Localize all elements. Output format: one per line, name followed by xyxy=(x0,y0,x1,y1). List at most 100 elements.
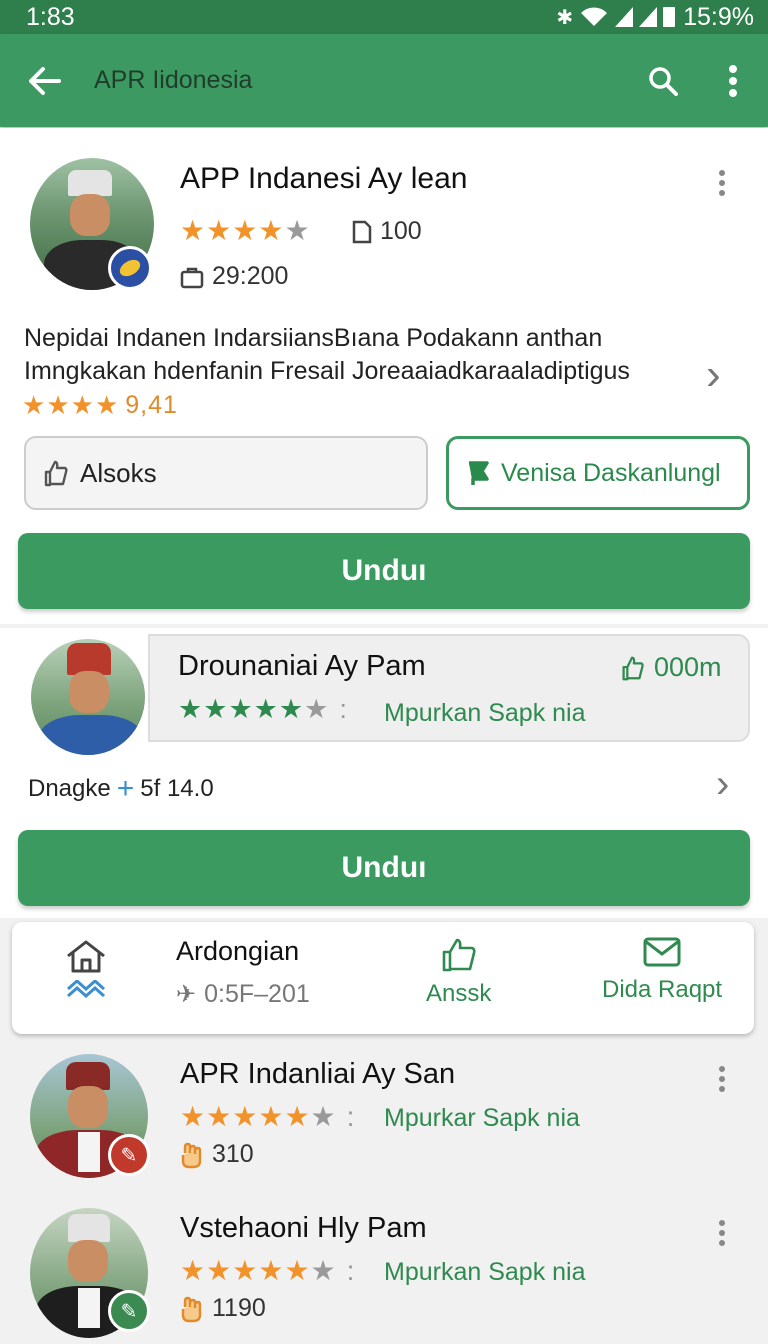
second-chevron-right-icon[interactable]: › xyxy=(716,762,729,807)
dida-raqpt-button[interactable]: Dida Raqpt xyxy=(602,936,722,1004)
list-item-rating: ★ ★ ★ ★ ★ ★ : xyxy=(180,1254,355,1287)
status-bar: 1:83 ✱ 15:9% xyxy=(0,0,768,34)
star-icon: ★ xyxy=(203,694,229,724)
download-label: Unduı xyxy=(341,554,427,587)
list-item-count: 1190 xyxy=(180,1294,266,1323)
badge-icon: ✎ xyxy=(108,1290,150,1332)
venisa-button[interactable]: Venisa Daskanlungl xyxy=(446,436,750,510)
featured-chevron-right-icon[interactable]: › xyxy=(706,350,721,400)
quick-action-bar: Ardongian ✈ 0:5F–201 Anssk Dida Raqpt xyxy=(12,922,754,1034)
star-icon: ★ xyxy=(284,1255,311,1286)
home-button[interactable] xyxy=(64,938,108,998)
star-icon: ★ xyxy=(232,1101,259,1132)
app-bar: APR Iidonesia xyxy=(0,34,768,127)
star-icon: ★ xyxy=(180,1255,207,1286)
second-footer-value: 5f 14.0 xyxy=(140,775,214,802)
second-name[interactable]: Drounaniai Ay Pam xyxy=(178,650,426,683)
mail-icon xyxy=(643,937,681,967)
second-distance: 000m xyxy=(618,652,722,683)
badge-icon: ✎ xyxy=(108,1134,150,1176)
flag-icon xyxy=(469,461,489,485)
star-icon: ★ xyxy=(22,390,47,420)
featured-description: Nepidai Indanen IndarsiiansBıana Podakan… xyxy=(24,324,630,385)
featured-card: APP Indanesi Ay lean ★ ★ ★ ★ ★ 100 29:20… xyxy=(0,128,768,624)
download-label-2: Unduı xyxy=(341,851,427,884)
list-item-count-value: 1190 xyxy=(212,1294,266,1322)
star-empty-icon: ★ xyxy=(284,215,311,246)
star-empty-icon: ★ xyxy=(310,1101,337,1132)
star-icon: ★ xyxy=(94,390,120,420)
star-icon: ★ xyxy=(178,694,204,724)
battery-icon xyxy=(663,7,676,27)
signal-icon-2 xyxy=(639,7,658,27)
back-button[interactable] xyxy=(0,34,88,127)
bag-icon xyxy=(180,267,204,288)
list-item-more-icon[interactable] xyxy=(712,1066,732,1092)
back-arrow-icon xyxy=(29,66,61,95)
search-icon xyxy=(649,66,678,96)
second-tag: Mpurkan Sapk nia xyxy=(384,699,586,728)
featured-small-rating-value: 9,41 xyxy=(125,391,178,419)
status-right: ✱ 15:9% xyxy=(556,3,754,32)
star-icon: ★ xyxy=(206,1101,233,1132)
star-icon: ★ xyxy=(253,694,279,724)
venisa-label: Venisa Daskanlungl xyxy=(501,458,721,487)
more-button[interactable] xyxy=(698,34,768,127)
thumbs-up-icon xyxy=(442,938,476,972)
list-item-tag: Mpurkar Sapk nia xyxy=(384,1104,580,1133)
star-icon: ★ xyxy=(284,1101,311,1132)
star-icon: ★ xyxy=(46,390,71,420)
star-icon: ★ xyxy=(180,1101,207,1132)
featured-time: 29:200 xyxy=(180,262,288,291)
anssk-button[interactable]: Anssk xyxy=(426,936,491,1008)
separator: : xyxy=(346,1100,356,1132)
document-icon xyxy=(352,220,372,243)
download-button[interactable]: Unduı xyxy=(18,533,750,609)
second-footer-label: Dnagke xyxy=(28,775,111,802)
plus-icon: + xyxy=(116,772,135,805)
featured-count: 100 xyxy=(352,217,422,246)
more-vert-icon xyxy=(729,64,737,97)
verified-badge-icon xyxy=(108,246,152,290)
list-item-tag-label: Mpurkar Sapk nia xyxy=(384,1104,580,1132)
status-time: 1:83 xyxy=(26,2,75,31)
featured-count-value: 100 xyxy=(380,217,422,245)
star-icon: ★ xyxy=(258,215,285,246)
chevrons-up-icon xyxy=(67,980,105,998)
star-icon: ★ xyxy=(180,215,207,246)
bluetooth-icon: ✱ xyxy=(556,6,574,29)
list-item[interactable]: ✎ Vstehaoni Hly Pam ★ ★ ★ ★ ★ ★ : Mpurka… xyxy=(0,1200,768,1344)
second-rating: ★ ★ ★ ★ ★ ★ : xyxy=(178,694,348,725)
alsoks-button[interactable]: Alsoks xyxy=(24,436,428,510)
star-icon: ★ xyxy=(232,215,259,246)
star-icon: ★ xyxy=(206,1255,233,1286)
alsoks-label: Alsoks xyxy=(80,457,157,488)
battery-text: 15:9% xyxy=(683,2,754,31)
download-button-2[interactable]: Unduı xyxy=(18,830,750,906)
featured-small-rating: ★ ★ ★ ★ 9,41 xyxy=(22,390,178,421)
hand-icon xyxy=(181,1142,202,1168)
list-item-tag-label: Mpurkan Sapk nia xyxy=(384,1258,586,1286)
featured-rating: ★ ★ ★ ★ ★ xyxy=(180,214,311,247)
star-empty-icon: ★ xyxy=(310,1255,337,1286)
home-icon xyxy=(67,940,105,973)
quickbar-title: Ardongian xyxy=(176,936,300,966)
list-item[interactable]: ✎ APR Indanliai Ay San ★ ★ ★ ★ ★ ★ : Mpu… xyxy=(0,1046,768,1202)
second-footer: Dnagke + 5f 14.0 xyxy=(28,772,214,806)
star-icon: ★ xyxy=(228,694,254,724)
list-item-more-icon[interactable] xyxy=(712,1220,732,1246)
list-item-name: APR Indanliai Ay San xyxy=(180,1058,456,1090)
featured-name[interactable]: APP Indanesi Ay lean xyxy=(180,162,467,196)
second-tag-label: Mpurkan Sapk nia xyxy=(384,699,586,727)
wifi-icon xyxy=(581,7,608,26)
star-empty-icon: ★ xyxy=(304,694,330,724)
list-item-name: Vstehaoni Hly Pam xyxy=(180,1212,427,1244)
featured-more-icon[interactable] xyxy=(712,170,732,196)
search-button[interactable] xyxy=(628,34,698,127)
star-icon: ★ xyxy=(70,390,95,420)
quickbar-subtitle-value: 0:5F–201 xyxy=(204,980,310,1008)
avatar[interactable] xyxy=(28,636,148,758)
second-distance-value: 000m xyxy=(654,652,722,682)
star-icon: ★ xyxy=(258,1255,285,1286)
list-item-tag: Mpurkan Sapk nia xyxy=(384,1258,586,1287)
